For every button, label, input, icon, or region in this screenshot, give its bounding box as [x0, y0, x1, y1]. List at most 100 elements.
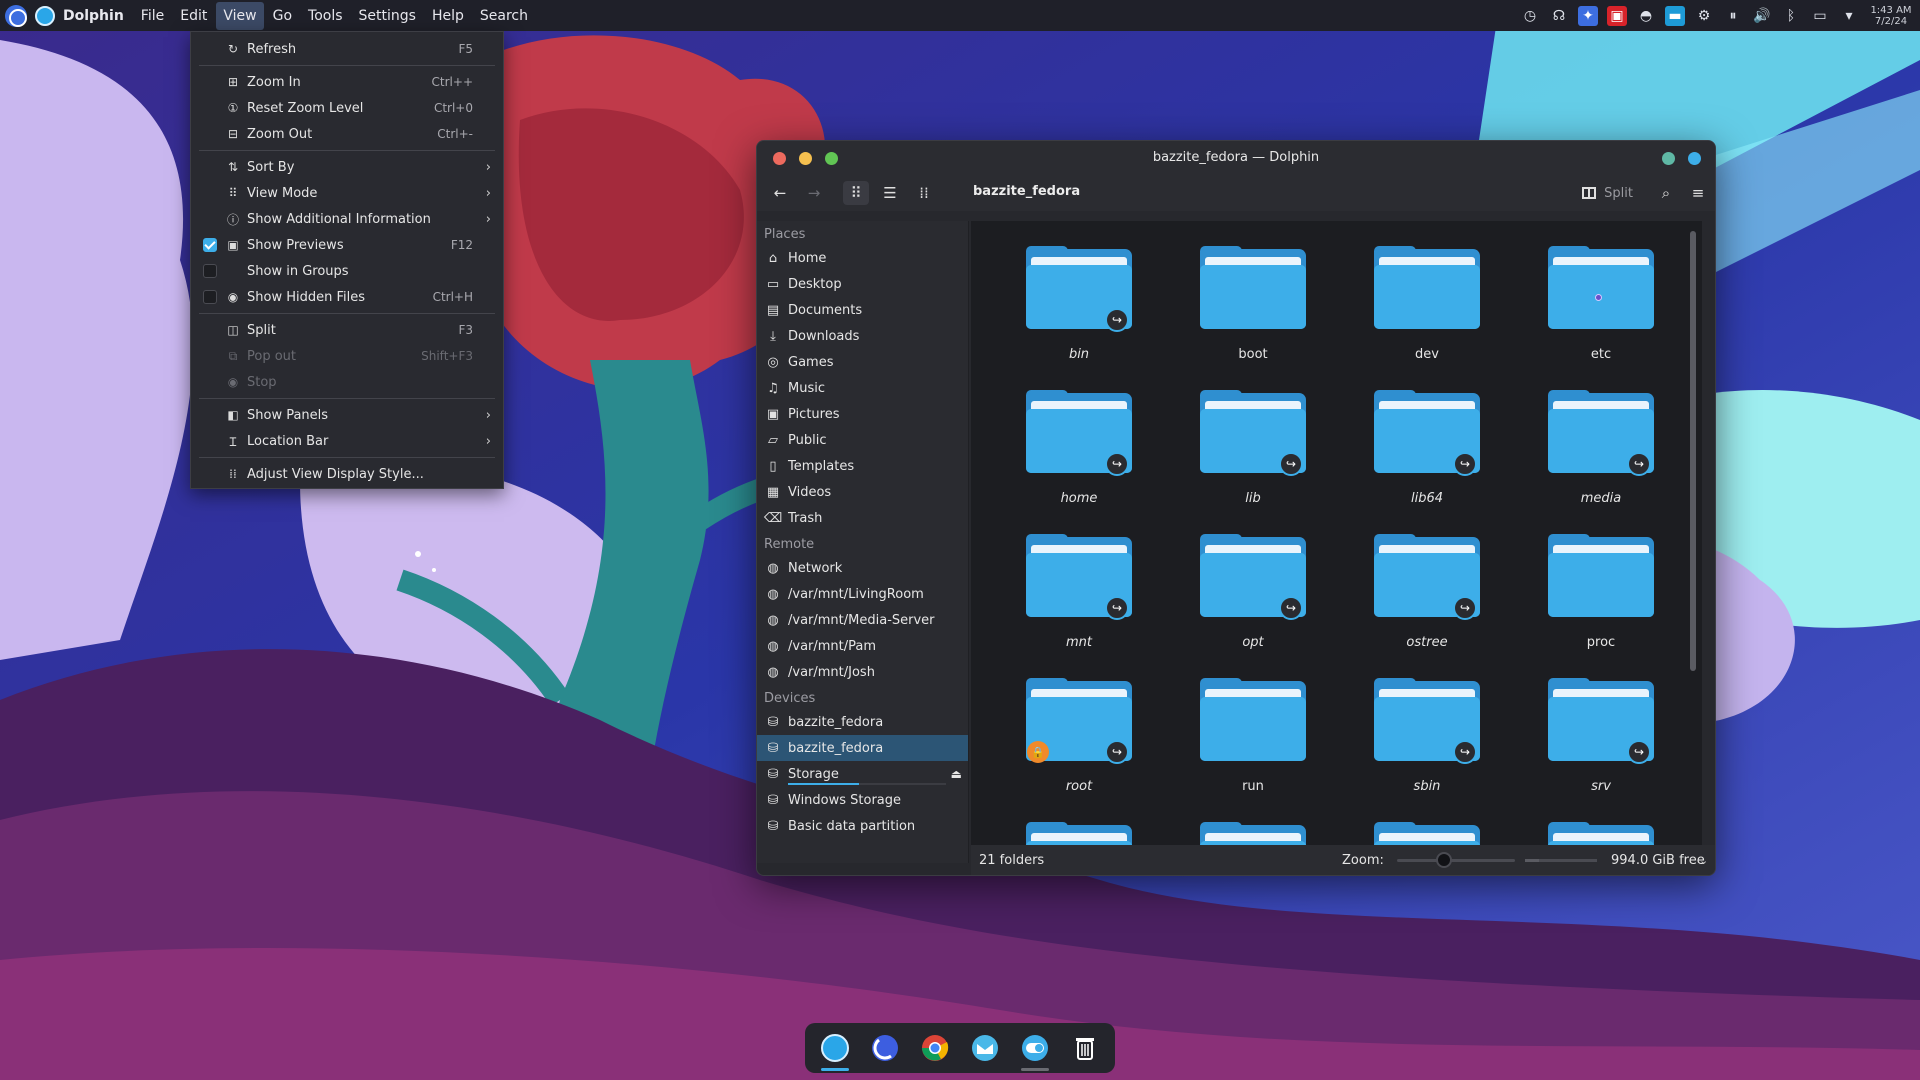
folder-item-partial[interactable] [1541, 821, 1654, 845]
sidebar-item-pictures[interactable]: ▣ Pictures [757, 401, 968, 427]
chevron-down-icon[interactable]: ⌄ [1699, 854, 1708, 867]
media-pause-icon[interactable]: ⏸ [1723, 6, 1743, 26]
bluetooth-icon[interactable]: ᛒ [1781, 6, 1801, 26]
free-space-label[interactable]: 994.0 GiB free [1611, 853, 1705, 868]
app-status-icon[interactable]: ▣ [1607, 5, 1627, 26]
menu-file[interactable]: File [134, 2, 171, 30]
menu-item-location-bar[interactable]: Ɪ Location Bar › [191, 428, 503, 454]
menu-tools[interactable]: Tools [301, 2, 350, 30]
clock-status-icon[interactable]: ◷ [1520, 6, 1540, 26]
checkbox[interactable] [203, 238, 217, 252]
folder-item[interactable]: etc [1541, 245, 1654, 375]
sidebar-item-media-server[interactable]: ◍ /var/mnt/Media-Server [757, 607, 968, 633]
menu-item-adjust-view-display-style[interactable]: ⁞⁞ Adjust View Display Style... [191, 461, 503, 487]
details-view-button[interactable]: ⁞⁞ [911, 181, 937, 205]
menu-edit[interactable]: Edit [173, 2, 214, 30]
keep-above-button[interactable] [1662, 152, 1675, 165]
folder-item[interactable]: boot [1193, 245, 1306, 375]
back-button[interactable]: ← [767, 181, 793, 205]
discover-icon[interactable]: ✦ [1578, 5, 1598, 26]
menu-item-reset-zoom-level[interactable]: ① Reset Zoom Level Ctrl+0 [191, 95, 503, 121]
menu-go[interactable]: Go [266, 2, 299, 30]
vertical-scrollbar[interactable] [1690, 231, 1696, 671]
sidebar-item-device-1[interactable]: ⛁ bazzite_fedora [757, 709, 968, 735]
folder-item[interactable]: ↪ ostree [1367, 533, 1480, 663]
checkbox[interactable] [203, 290, 217, 304]
menu-item-split[interactable]: ◫ Split F3 [191, 317, 503, 343]
menu-item-show-in-groups[interactable]: Show in Groups [191, 258, 503, 284]
window-titlebar[interactable]: bazzite_fedora — Dolphin [757, 141, 1715, 175]
menu-help[interactable]: Help [425, 2, 471, 30]
menu-item-show-additional-information[interactable]: ⓘ Show Additional Information › [191, 206, 503, 232]
folder-item[interactable]: ↪ mnt [1019, 533, 1132, 663]
sidebar-item-videos[interactable]: ▦ Videos [757, 479, 968, 505]
folder-item[interactable]: dev [1367, 245, 1480, 375]
split-button[interactable]: Split [1582, 181, 1633, 205]
folder-item[interactable]: ↪ sbin [1367, 677, 1480, 807]
menu-view[interactable]: View [216, 1, 264, 30]
folder-item[interactable]: ↪ media [1541, 389, 1654, 519]
sidebar-item-basic-data-partition[interactable]: ⛁ Basic data partition [757, 813, 968, 839]
folder-item[interactable]: ↪ opt [1193, 533, 1306, 663]
display-icon[interactable]: ▭ [1810, 6, 1830, 26]
bazzite-portal-icon[interactable] [867, 1030, 903, 1066]
tray-expand-icon[interactable]: ▾ [1839, 6, 1859, 26]
mail-icon[interactable] [967, 1030, 1003, 1066]
on-all-desktops-button[interactable] [1688, 152, 1701, 165]
folder-item[interactable]: proc [1541, 533, 1654, 663]
sidebar-item-music[interactable]: ♫ Music [757, 375, 968, 401]
folder-item[interactable]: ↪ 🔒 root [1019, 677, 1132, 807]
sidebar-item-windows-storage[interactable]: ⛁ Windows Storage [757, 787, 968, 813]
folder-item-partial[interactable] [1019, 821, 1132, 845]
sidebar-item-templates[interactable]: ▯ Templates [757, 453, 968, 479]
menu-settings[interactable]: Settings [352, 2, 423, 30]
sidebar-item-storage[interactable]: ⛁ Storage ⏏ [757, 761, 968, 787]
clock[interactable]: 1:43 AM 7/2/24 [1868, 5, 1914, 27]
hamburger-menu-button[interactable]: ≡ [1685, 181, 1711, 205]
sidebar-item-home[interactable]: ⌂ Home [757, 245, 968, 271]
menu-item-view-mode[interactable]: ⠿ View Mode › [191, 180, 503, 206]
folder-item[interactable]: ↪ home [1019, 389, 1132, 519]
menu-item-zoom-out[interactable]: ⊟ Zoom Out Ctrl+- [191, 121, 503, 147]
folder-item[interactable]: ↪ bin [1019, 245, 1132, 375]
sidebar-item-josh[interactable]: ◍ /var/mnt/Josh [757, 659, 968, 685]
folder-item-partial[interactable] [1193, 821, 1306, 845]
folder-item[interactable]: ↪ lib [1193, 389, 1306, 519]
sidebar-item-desktop[interactable]: ▭ Desktop [757, 271, 968, 297]
zoom-slider-handle[interactable] [1436, 852, 1453, 868]
folder-item[interactable]: ↪ srv [1541, 677, 1654, 807]
menu-item-sort-by[interactable]: ⇅ Sort By › [191, 154, 503, 180]
zoom-slider-track[interactable] [1397, 859, 1515, 862]
dolphin-icon[interactable] [817, 1030, 853, 1071]
search-button[interactable]: ⌕ [1653, 181, 1679, 205]
sidebar-item-device-2[interactable]: ⛁ bazzite_fedora [757, 735, 968, 761]
folder-item[interactable]: ↪ lib64 [1367, 389, 1480, 519]
file-view[interactable]: ↪ bin boot dev etc ↪ home ↪ lib ↪ lib64 ↪ media ↪ mnt ↪… [971, 221, 1702, 845]
sidebar-item-network[interactable]: ◍ Network [757, 555, 968, 581]
steam-icon[interactable]: ⚙ [1694, 6, 1714, 26]
sidebar-item-games[interactable]: ◎ Games [757, 349, 968, 375]
checkbox[interactable] [203, 264, 217, 278]
tool-status-icon[interactable]: ☊ [1549, 6, 1569, 26]
chrome-icon[interactable] [917, 1030, 953, 1066]
volume-icon[interactable]: 🔊 [1752, 6, 1772, 26]
menu-item-zoom-in[interactable]: ⊞ Zoom In Ctrl++ [191, 69, 503, 95]
sidebar-item-trash[interactable]: ⌫ Trash [757, 505, 968, 531]
sidebar-item-pam[interactable]: ◍ /var/mnt/Pam [757, 633, 968, 659]
eject-icon[interactable]: ⏏ [951, 767, 962, 781]
menu-item-show-previews[interactable]: ▣ Show Previews F12 [191, 232, 503, 258]
menu-item-refresh[interactable]: ↻ Refresh F5 [191, 36, 503, 62]
menu-item-show-panels[interactable]: ◧ Show Panels › [191, 402, 503, 428]
steam-tray-icon[interactable]: ▬ [1665, 5, 1685, 26]
forward-button[interactable]: → [801, 181, 827, 205]
controller-icon[interactable]: ◓ [1636, 6, 1656, 26]
trash-can-icon[interactable] [1067, 1030, 1103, 1066]
app-name[interactable]: Dolphin [63, 8, 124, 24]
sidebar-item-livingroom[interactable]: ◍ /var/mnt/LivingRoom [757, 581, 968, 607]
sidebar-item-public[interactable]: ▱ Public [757, 427, 968, 453]
menu-search[interactable]: Search [473, 2, 535, 30]
icons-view-button[interactable]: ⠿ [843, 181, 869, 205]
compact-view-button[interactable]: ☰ [877, 181, 903, 205]
sidebar-item-documents[interactable]: ▤ Documents [757, 297, 968, 323]
sidebar-item-downloads[interactable]: ⤓ Downloads [757, 323, 968, 349]
